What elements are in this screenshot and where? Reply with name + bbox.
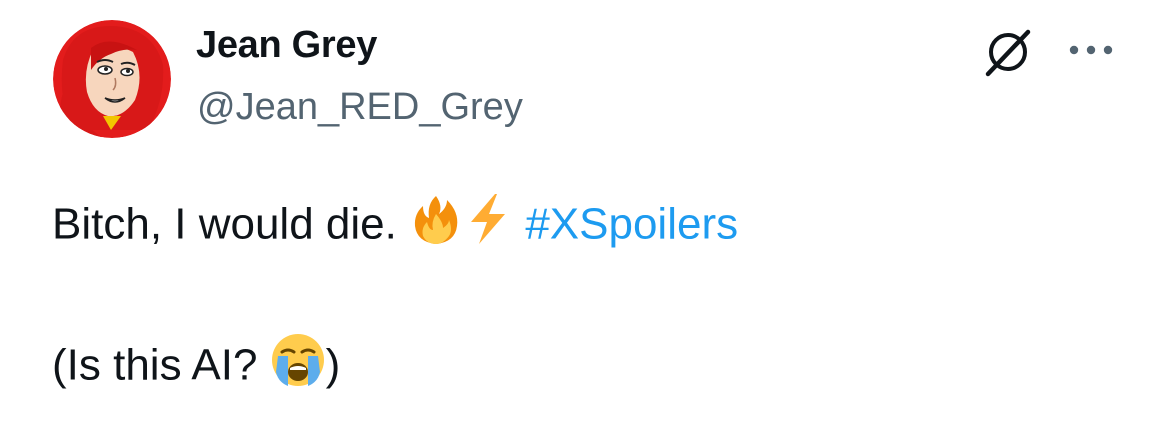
post-text-line-2: (Is this AI? ) [52, 334, 341, 400]
more-horizontal-icon[interactable] [1068, 42, 1114, 58]
loudly-crying-emoji-icon [270, 332, 326, 396]
post-text-line-1: Bitch, I would die. #XSpoilers [52, 194, 738, 258]
post-text-suffix: ) [325, 340, 341, 390]
post-card[interactable]: Jean Grey @Jean_RED_Grey Bitch, I would … [0, 0, 1170, 423]
avatar[interactable] [53, 20, 171, 138]
grok-icon[interactable] [982, 26, 1034, 78]
author-display-name[interactable]: Jean Grey [196, 24, 377, 67]
comic-avatar-icon [53, 20, 171, 138]
author-handle[interactable]: @Jean_RED_Grey [197, 86, 523, 129]
post-text-prefix: (Is this AI? [52, 340, 258, 390]
post-text: Bitch, I would die. [52, 199, 397, 249]
hashtag-link[interactable]: #XSpoilers [525, 200, 738, 249]
lightning-emoji-icon [463, 192, 513, 254]
fire-emoji-icon [409, 192, 463, 254]
